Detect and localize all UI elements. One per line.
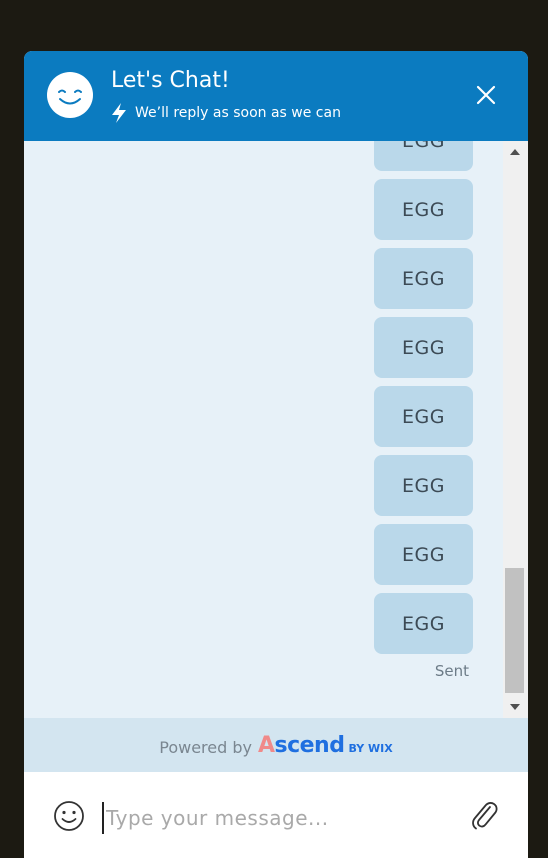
emoji-icon[interactable]: [53, 800, 85, 832]
scroll-down-arrow-icon[interactable]: [510, 704, 520, 710]
message-text: EGG: [402, 474, 445, 497]
message-bubble: EGG: [374, 248, 473, 309]
message-text: EGG: [402, 612, 445, 635]
scroll-up-arrow-icon[interactable]: [510, 149, 520, 155]
message-list[interactable]: EGG EGG EGG EGG EGG EGG EGG EGG Sent: [24, 141, 528, 718]
paperclip-icon[interactable]: [468, 798, 500, 832]
close-icon[interactable]: [474, 83, 498, 107]
message-text: EGG: [402, 405, 445, 428]
ascend-logo[interactable]: Ascend: [258, 733, 345, 758]
brand-initial: A: [257, 732, 275, 758]
message-composer: [24, 772, 528, 858]
powered-by-bar: Powered by Ascend BY WIX: [24, 718, 528, 772]
message-bubble: EGG: [374, 455, 473, 516]
message-scrollbar[interactable]: [503, 141, 528, 718]
lightning-bolt-icon: [112, 103, 126, 123]
chat-header: Let's Chat! We’ll reply as soon as we ca…: [24, 51, 528, 141]
chat-widget: Let's Chat! We’ll reply as soon as we ca…: [24, 51, 528, 858]
chat-title: Let's Chat!: [111, 68, 230, 93]
message-bubble: EGG: [374, 179, 473, 240]
message-text: EGG: [402, 267, 445, 290]
message-bubble: EGG: [374, 317, 473, 378]
by-wix-label: BY WIX: [348, 741, 393, 755]
message-bubble: EGG: [374, 593, 473, 654]
message-text: EGG: [402, 543, 445, 566]
chat-subtitle: We’ll reply as soon as we can: [135, 105, 341, 121]
chat-subtitle-row: We’ll reply as soon as we can: [110, 102, 341, 124]
message-input[interactable]: [102, 802, 468, 834]
message-bubble: EGG: [374, 524, 473, 585]
message-text: EGG: [402, 336, 445, 359]
powered-by-text: Powered by: [159, 737, 252, 757]
message-bubble: EGG: [374, 386, 473, 447]
message-text: EGG: [402, 141, 445, 152]
brand-name: scend: [274, 732, 345, 758]
sent-status: Sent: [434, 662, 469, 680]
scrollbar-thumb[interactable]: [505, 568, 524, 693]
message-bubble: EGG: [374, 141, 473, 171]
message-text: EGG: [402, 198, 445, 221]
smiley-face-icon: [47, 72, 93, 118]
